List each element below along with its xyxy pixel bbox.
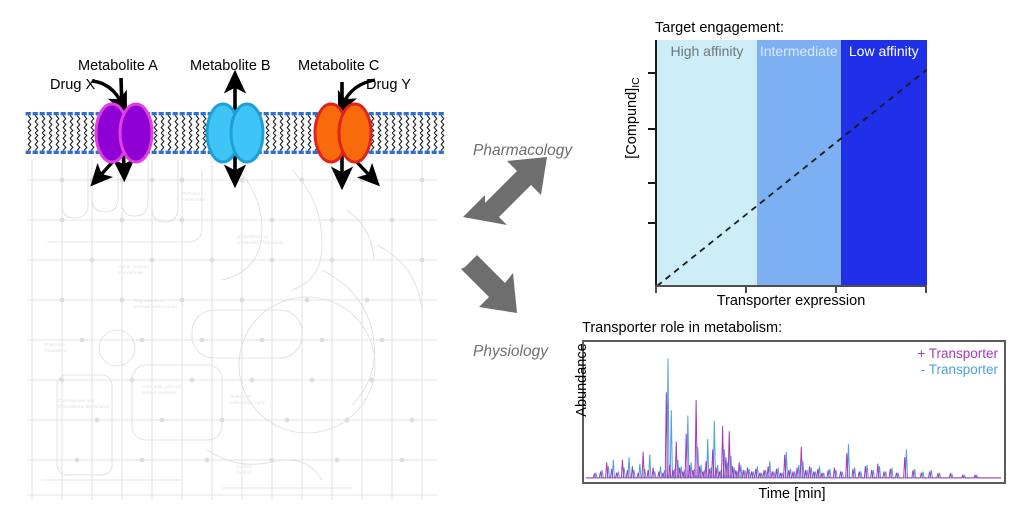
- svg-text:Citric acid cycle and: Citric acid cycle and: [142, 384, 183, 389]
- caption-physiology: Physiology: [473, 343, 548, 360]
- svg-text:Butanoate: Butanoate: [44, 342, 65, 347]
- target-engagement-plot-area: High affinity Intermediate Low affinity: [657, 40, 927, 286]
- y-label-subscript: IC: [630, 77, 642, 88]
- figure-canvas: Pyruvate metabolism Biosynthesis of unsatu…: [0, 0, 1024, 524]
- svg-text:Chloroalkane and: Chloroalkane and: [58, 398, 94, 403]
- trend-line-dashed: [657, 68, 927, 286]
- y-tick: [648, 182, 656, 184]
- target-engagement-x-axis: [655, 285, 927, 287]
- label-drug-y: Drug Y: [366, 77, 411, 93]
- x-tick: [655, 285, 657, 293]
- target-engagement-y-axis: [655, 40, 657, 286]
- chromatogram-plot-area: + Transporter - Transporter: [582, 340, 1006, 484]
- label-drug-x: Drug X: [50, 77, 96, 93]
- target-engagement-chart: Target engagement: High affinity Intermed…: [600, 10, 1024, 309]
- legend-item-minus-transporter: - Transporter: [917, 362, 998, 378]
- svg-text:biosynthesis: biosynthesis: [118, 270, 144, 275]
- x-tick: [925, 285, 927, 293]
- arrow-drug-x: [91, 79, 127, 115]
- transporter-b: [205, 102, 265, 164]
- svg-text:Degradation of: Degradation of: [134, 298, 165, 303]
- svg-text:Carbon: Carbon: [237, 464, 253, 469]
- pharmacology-arrow: [463, 157, 547, 225]
- trace--transporter: [586, 392, 1001, 478]
- legend-label-plus-transporter: + Transporter: [917, 346, 998, 361]
- legend-label-minus-transporter: - Transporter: [920, 362, 998, 378]
- y-tick: [648, 72, 656, 74]
- transporter-c: [313, 102, 373, 164]
- svg-text:metabolism: metabolism: [44, 348, 68, 353]
- target-engagement-y-label: [Compund]IC: [624, 38, 642, 198]
- svg-text:related reactions: related reactions: [142, 390, 177, 395]
- svg-text:Reductive: Reductive: [230, 394, 251, 399]
- metabolism-title: Transporter role in metabolism:: [582, 320, 783, 336]
- label-metabolite-c: Metabolite C: [298, 58, 380, 74]
- metabolism-x-label: Time [min]: [758, 486, 826, 502]
- y-tick: [648, 128, 656, 130]
- x-tick: [835, 285, 837, 293]
- y-tick: [648, 222, 656, 224]
- target-engagement-trend-svg: [657, 68, 927, 286]
- svg-text:carboxylate cycle: carboxylate cycle: [230, 400, 266, 405]
- physiology-arrow: [461, 255, 517, 313]
- transporter-a: [94, 102, 154, 164]
- svg-text:fixation: fixation: [237, 470, 252, 475]
- chromatogram-legend: + Transporter - Transporter: [917, 346, 998, 379]
- x-tick: [745, 285, 747, 293]
- svg-text:aromatic amino acids: aromatic amino acids: [134, 304, 178, 309]
- label-metabolite-b: Metabolite B: [190, 58, 271, 74]
- caption-pharmacology: Pharmacology: [473, 142, 573, 159]
- target-engagement-x-label: Transporter expression: [716, 293, 866, 309]
- metabolism-chart: Transporter role in metabolism: + Transp…: [560, 310, 1024, 524]
- metabolism-y-label: Abundance: [574, 343, 590, 417]
- y-label-main: [Compund]: [624, 87, 640, 159]
- legend-item-plus-transporter: + Transporter: [917, 346, 998, 362]
- transport-arrows-layer: [90, 69, 380, 191]
- target-engagement-title: Target engagement:: [655, 20, 784, 36]
- membrane-schematic-panel: Pyruvate metabolism Biosynthesis of unsatu…: [0, 0, 470, 524]
- svg-text:chloroalkene degradation: chloroalkene degradation: [58, 404, 110, 409]
- svg-text:Valine, leucine: Valine, leucine: [118, 264, 148, 269]
- label-metabolite-a: Metabolite A: [78, 58, 158, 74]
